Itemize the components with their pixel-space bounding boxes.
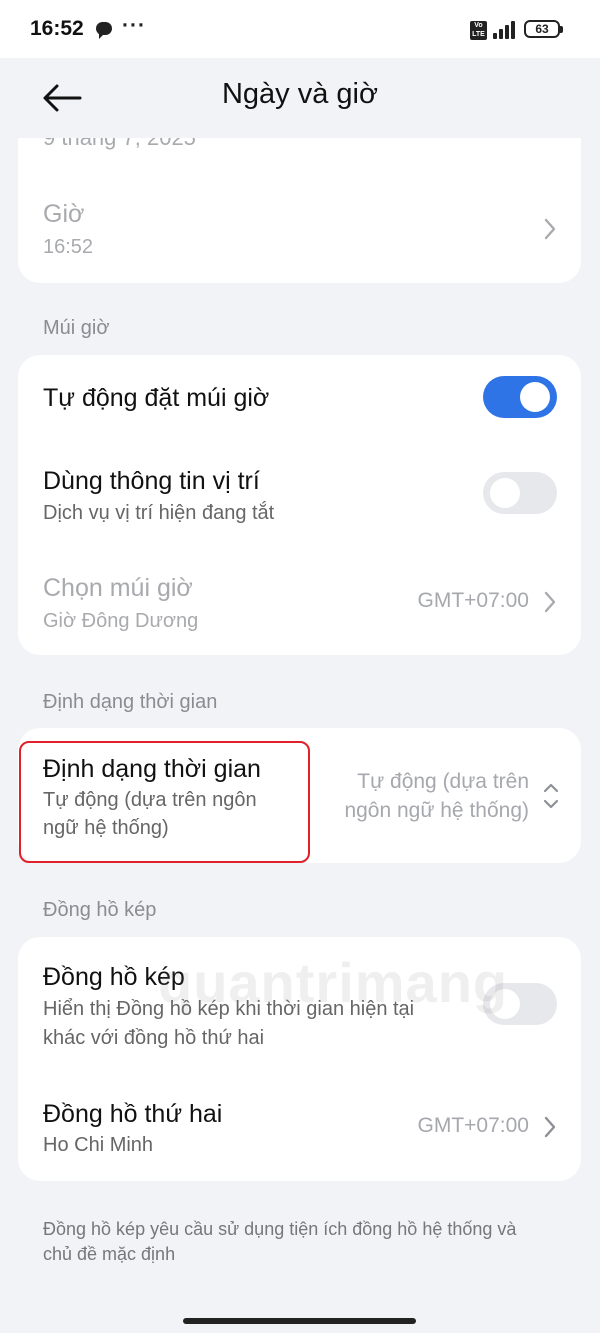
time-label: Giờ <box>43 200 85 228</box>
chevron-right-icon <box>544 218 556 240</box>
use-location-sub: Dịch vụ vị trí hiện đang tắt <box>43 502 275 524</box>
chevron-right-icon <box>544 1116 556 1138</box>
second-clock-sub: Ho Chi Minh <box>43 1134 154 1156</box>
toggle-knob <box>490 989 520 1019</box>
select-timezone-row[interactable]: Chọn múi giờ Giờ Đông Dương GMT+07:00 <box>18 541 581 651</box>
select-timezone-sub: Giờ Đông Dương <box>43 610 199 632</box>
annotation-highlight-box <box>19 741 310 863</box>
status-bar: 16:52 ··· Vo LTE 63 <box>0 0 600 58</box>
dual-clock-card: Đồng hồ kép Hiển thị Đồng hồ kép khi thờ… <box>18 937 581 1181</box>
footnote-line2: chủ đề mặc định <box>43 1244 176 1264</box>
auto-timezone-label: Tự động đặt múi giờ <box>43 384 270 412</box>
volte-icon: Vo LTE <box>470 21 487 40</box>
select-timezone-value: GMT+07:00 <box>417 589 529 612</box>
message-notification-icon <box>96 22 112 39</box>
toggle-knob <box>490 478 520 508</box>
dual-clock-toggle[interactable] <box>483 983 557 1025</box>
time-row[interactable]: Giờ 16:52 <box>18 178 581 278</box>
section-label-timezone: Múi giờ <box>43 317 110 339</box>
footnote-line1: Đồng hồ kép yêu cầu sử dụng tiện ích đồn… <box>43 1219 517 1239</box>
second-clock-value: GMT+07:00 <box>417 1114 529 1137</box>
timezone-card: Tự động đặt múi giờ Dùng thông tin vị tr… <box>18 355 581 655</box>
time-value: 16:52 <box>43 236 94 258</box>
footnote: Đồng hồ kép yêu cầu sử dụng tiện ích đồn… <box>43 1217 563 1267</box>
signal-icon <box>493 21 519 39</box>
date-row[interactable]: 9 tháng 7, 2025 <box>18 138 581 178</box>
page-title: Ngày và giờ <box>221 78 379 110</box>
date-value: 9 tháng 7, 2025 <box>43 138 196 152</box>
status-time: 16:52 <box>30 17 84 40</box>
time-format-value-line1: Tự động (dựa trên <box>357 770 529 793</box>
battery-icon: 63 <box>524 20 563 38</box>
dual-clock-row[interactable]: Đồng hồ kép Hiển thị Đồng hồ kép khi thờ… <box>18 937 581 1065</box>
date-time-card: 9 tháng 7, 2025 Giờ 16:52 <box>18 138 581 283</box>
auto-timezone-toggle[interactable] <box>483 376 557 418</box>
use-location-toggle[interactable] <box>483 472 557 514</box>
section-label-dual-clock: Đồng hồ kép <box>43 899 157 921</box>
dual-clock-label: Đồng hồ kép <box>43 963 185 991</box>
home-indicator[interactable] <box>183 1318 416 1324</box>
use-location-row[interactable]: Dùng thông tin vị trí Dịch vụ vị trí hiệ… <box>18 441 581 541</box>
time-format-value-line2: ngôn ngữ hệ thống) <box>344 799 529 822</box>
second-clock-label: Đồng hồ thứ hai <box>43 1100 223 1128</box>
use-location-label: Dùng thông tin vị trí <box>43 467 260 495</box>
chevron-right-icon <box>544 591 556 613</box>
dual-clock-sub-line1: Hiển thị Đồng hồ kép khi thời gian hiện … <box>43 998 415 1020</box>
chevron-up-down-icon <box>543 783 559 809</box>
second-clock-row[interactable]: Đồng hồ thứ hai Ho Chi Minh GMT+07:00 <box>18 1065 581 1177</box>
more-notifications-icon: ··· <box>122 14 146 37</box>
header: Ngày và giờ <box>0 58 600 138</box>
auto-timezone-row[interactable]: Tự động đặt múi giờ <box>18 355 581 441</box>
select-timezone-label: Chọn múi giờ <box>43 574 193 602</box>
toggle-knob <box>520 382 550 412</box>
section-label-time-format: Định dạng thời gian <box>43 691 218 713</box>
dual-clock-sub-line2: khác với đồng hồ thứ hai <box>43 1027 265 1049</box>
